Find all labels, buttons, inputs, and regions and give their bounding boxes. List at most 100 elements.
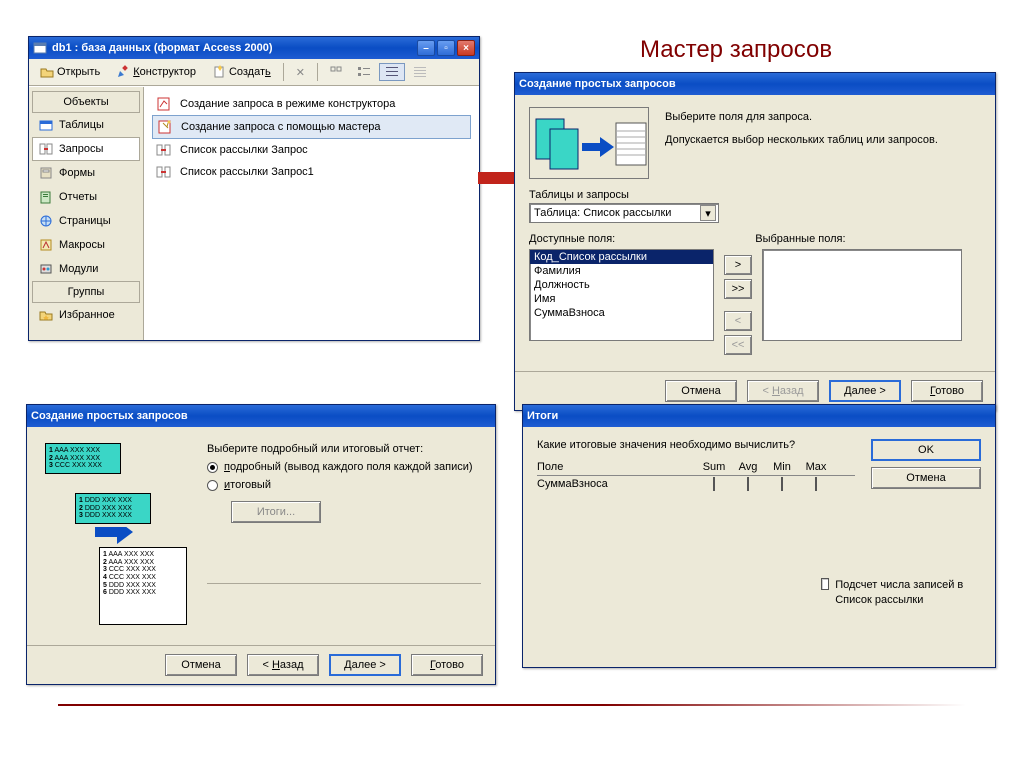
nav-macros[interactable]: Макросы bbox=[32, 233, 140, 257]
nav-forms[interactable]: Формы bbox=[32, 161, 140, 185]
open-button[interactable]: Открыть bbox=[33, 62, 107, 82]
list-item[interactable]: Создание запроса с помощью мастера bbox=[152, 115, 471, 139]
nav-reports[interactable]: Отчеты bbox=[32, 185, 140, 209]
cancel-button[interactable]: Отмена bbox=[165, 654, 237, 676]
dropdown-arrow-icon[interactable]: ▾ bbox=[700, 205, 716, 221]
totals-dialog: Итоги Какие итоговые значения необходимо… bbox=[522, 404, 996, 668]
nav-pages-label: Страницы bbox=[59, 215, 111, 227]
nav-modules[interactable]: Модули bbox=[32, 257, 140, 281]
cancel-button[interactable]: Отмена bbox=[871, 467, 981, 489]
min-checkbox[interactable] bbox=[781, 477, 783, 491]
view-list-icon[interactable] bbox=[379, 63, 405, 81]
wiz2-titlebar[interactable]: Создание простых запросов bbox=[27, 405, 495, 427]
db-title: db1 : база данных (формат Access 2000) bbox=[52, 42, 273, 54]
view-small-icon[interactable] bbox=[351, 63, 377, 81]
sum-checkbox[interactable] bbox=[713, 477, 715, 491]
add-one-button[interactable]: > bbox=[724, 255, 752, 275]
design-icon bbox=[116, 65, 130, 79]
next-button[interactable]: Далее > bbox=[829, 380, 901, 402]
selected-fields-label: Выбранные поля: bbox=[755, 233, 845, 245]
create-button[interactable]: Создать bbox=[205, 62, 278, 82]
wizard-icon bbox=[157, 119, 173, 135]
wizard-image bbox=[529, 107, 649, 179]
cancel-button[interactable]: Отмена bbox=[665, 380, 737, 402]
finish-button[interactable]: Готово bbox=[411, 654, 483, 676]
back-button[interactable]: < Назад bbox=[247, 654, 319, 676]
nav-forms-label: Формы bbox=[59, 167, 95, 179]
col-field: Поле bbox=[537, 461, 697, 473]
table-combo[interactable]: Таблица: Список рассылки ▾ bbox=[529, 203, 719, 223]
db-icon bbox=[33, 41, 47, 55]
nav-queries[interactable]: Запросы bbox=[32, 137, 140, 161]
design-button[interactable]: Конструктор bbox=[109, 62, 203, 82]
field-item[interactable]: Код_Список рассылки bbox=[530, 250, 713, 264]
view-large-icon[interactable] bbox=[323, 63, 349, 81]
field-item[interactable]: Фамилия bbox=[530, 264, 713, 278]
col-min: Min bbox=[765, 461, 799, 473]
list-item[interactable]: Список рассылки Запрос bbox=[152, 139, 471, 161]
col-sum: Sum bbox=[697, 461, 731, 473]
nav-favorites-label: Избранное bbox=[59, 309, 115, 321]
nav-groups-header: Группы bbox=[32, 281, 140, 303]
wiz1-prompt1: Выберите поля для запроса. bbox=[665, 109, 981, 126]
open-label: Открыть bbox=[57, 66, 100, 78]
maximize-button[interactable]: ▫ bbox=[437, 40, 455, 56]
list-item[interactable]: Создание запроса в режиме конструктора bbox=[152, 93, 471, 115]
radio-icon bbox=[207, 480, 218, 491]
db-toolbar: Открыть Конструктор Создать ✕ bbox=[29, 59, 479, 86]
count-label: Подсчет числа записей в Список рассылки bbox=[835, 578, 971, 607]
col-avg: Avg bbox=[731, 461, 765, 473]
available-fields-label: Доступные поля: bbox=[529, 233, 615, 245]
list-item-label: Создание запроса с помощью мастера bbox=[181, 121, 381, 133]
db-titlebar[interactable]: db1 : база данных (формат Access 2000) –… bbox=[29, 37, 479, 59]
nav-objects-header: Объекты bbox=[32, 91, 140, 113]
radio-detail[interactable]: подробный (вывод каждого поля каждой зап… bbox=[207, 461, 481, 473]
remove-one-button[interactable]: < bbox=[724, 311, 752, 331]
minimize-button[interactable]: – bbox=[417, 40, 435, 56]
nav-tables[interactable]: Таблицы bbox=[32, 113, 140, 137]
nav-favorites[interactable]: Избранное bbox=[32, 303, 140, 327]
simple-query-wizard-step1: Создание простых запросов Выберите поля … bbox=[514, 72, 996, 411]
add-all-button[interactable]: >> bbox=[724, 279, 752, 299]
totals-button[interactable]: Итоги... bbox=[231, 501, 321, 523]
count-records-row[interactable]: Подсчет числа записей в Список рассылки bbox=[821, 578, 971, 607]
footer-rule bbox=[58, 704, 966, 706]
field-item[interactable]: Должность bbox=[530, 278, 713, 292]
query-icon bbox=[156, 142, 172, 158]
nav-modules-label: Модули bbox=[59, 263, 98, 275]
database-window: db1 : база данных (формат Access 2000) –… bbox=[28, 36, 480, 341]
wizard-new-icon bbox=[156, 96, 172, 112]
field-item[interactable]: Имя bbox=[530, 292, 713, 306]
col-max: Max bbox=[799, 461, 833, 473]
list-item-label: Список рассылки Запрос bbox=[180, 144, 308, 156]
avg-checkbox[interactable] bbox=[747, 477, 749, 491]
wiz1-titlebar[interactable]: Создание простых запросов bbox=[515, 73, 995, 95]
wiz1-prompt2: Допускается выбор нескольких таблиц или … bbox=[665, 132, 981, 149]
remove-all-button[interactable]: << bbox=[724, 335, 752, 355]
next-button[interactable]: Далее > bbox=[329, 654, 401, 676]
finish-button[interactable]: Готово bbox=[911, 380, 983, 402]
db-list: Создание запроса в режиме конструктора С… bbox=[144, 87, 479, 340]
close-button[interactable]: × bbox=[457, 40, 475, 56]
tables-queries-label: Таблицы и запросы bbox=[529, 189, 981, 201]
totals-titlebar[interactable]: Итоги bbox=[523, 405, 995, 427]
page-title: Мастер запросов bbox=[640, 36, 832, 64]
available-fields-list[interactable]: Код_Список рассылки Фамилия Должность Им… bbox=[529, 249, 714, 341]
radio-summary[interactable]: итоговый bbox=[207, 479, 481, 491]
nav-reports-label: Отчеты bbox=[59, 191, 97, 203]
delete-button[interactable]: ✕ bbox=[289, 63, 312, 82]
radio-icon bbox=[207, 462, 218, 473]
field-item[interactable]: СуммаВзноса bbox=[530, 306, 713, 320]
nav-macros-label: Макросы bbox=[59, 239, 105, 251]
back-button[interactable]: < Назад bbox=[747, 380, 819, 402]
wizard-image-detail: 1 AAA XXX XXX2 AAA XXX XXX3 CCC XXX XXX … bbox=[41, 439, 191, 639]
list-item[interactable]: Список рассылки Запрос1 bbox=[152, 161, 471, 183]
count-checkbox[interactable] bbox=[821, 578, 829, 590]
selected-fields-list[interactable] bbox=[762, 249, 962, 341]
ok-button[interactable]: OK bbox=[871, 439, 981, 461]
view-details-icon[interactable] bbox=[407, 63, 433, 81]
nav-pages[interactable]: Страницы bbox=[32, 209, 140, 233]
max-checkbox[interactable] bbox=[815, 477, 817, 491]
nav-queries-label: Запросы bbox=[59, 143, 103, 155]
create-label: Создать bbox=[229, 66, 271, 78]
